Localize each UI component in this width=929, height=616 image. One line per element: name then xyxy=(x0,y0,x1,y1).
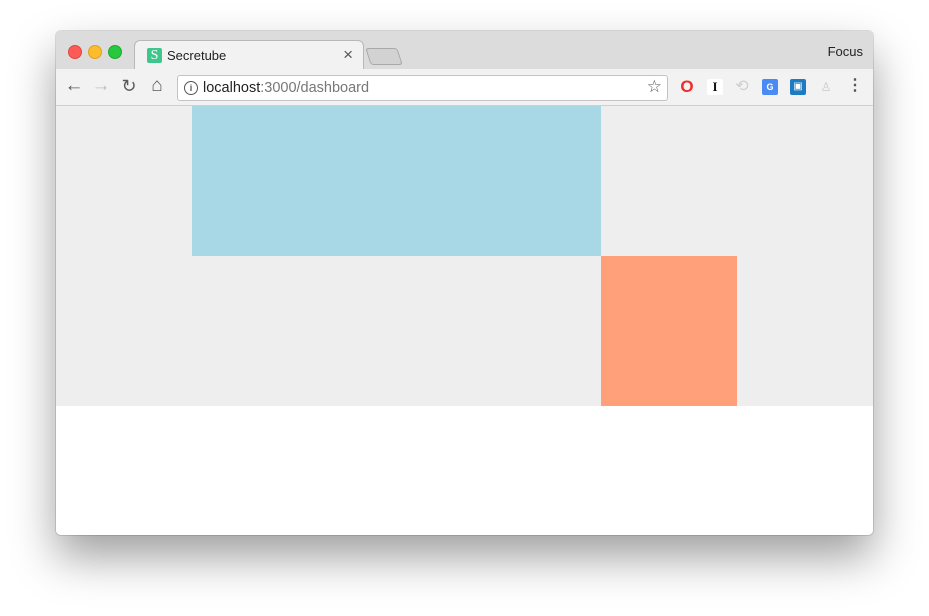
site-info-icon[interactable]: i xyxy=(184,81,198,95)
bookmark-star-icon[interactable]: ☆ xyxy=(647,77,662,97)
url-host: localhost xyxy=(203,80,261,96)
back-button[interactable]: ← xyxy=(63,75,85,97)
instapaper-icon[interactable]: I xyxy=(707,79,723,95)
sync-icon[interactable]: ⟲ xyxy=(734,79,750,95)
minimize-window-button[interactable] xyxy=(88,45,102,59)
forward-button[interactable]: → xyxy=(90,75,112,97)
browser-toolbar: ← → ↻ ⌂ i localhost:3000/dashboard ☆ O I… xyxy=(56,69,873,106)
tab-close-icon[interactable]: × xyxy=(343,45,353,64)
close-window-button[interactable] xyxy=(68,45,82,59)
maximize-window-button[interactable] xyxy=(108,45,122,59)
browser-window: S Secretube × Focus ← → ↻ ⌂ i localhost:… xyxy=(56,31,873,535)
orange-block xyxy=(601,256,737,406)
opera-icon[interactable]: O xyxy=(679,78,695,95)
address-url[interactable]: localhost:3000/dashboard xyxy=(203,80,369,96)
url-path: :3000/dashboard xyxy=(260,80,370,96)
tab-secretube[interactable]: S Secretube × xyxy=(134,40,364,71)
profile-label[interactable]: Focus xyxy=(828,44,863,59)
tab-title: Secretube xyxy=(167,48,227,63)
tab-bar: S Secretube × Focus xyxy=(56,31,873,71)
page-viewport xyxy=(56,106,873,535)
address-bar[interactable]: i localhost:3000/dashboard ☆ xyxy=(177,75,668,101)
blue-block xyxy=(192,106,601,256)
secretube-favicon-icon: S xyxy=(147,48,162,63)
translate-icon[interactable]: G xyxy=(762,79,778,95)
dashboard-area xyxy=(56,106,873,406)
browser-menu-icon[interactable]: ⋮ xyxy=(847,77,863,95)
tree-icon[interactable]: ♙ xyxy=(818,79,834,95)
new-tab-button[interactable] xyxy=(365,48,403,65)
home-button[interactable]: ⌂ xyxy=(146,75,168,97)
chat-icon[interactable]: ▣ xyxy=(790,79,806,95)
reload-button[interactable]: ↻ xyxy=(118,75,140,97)
